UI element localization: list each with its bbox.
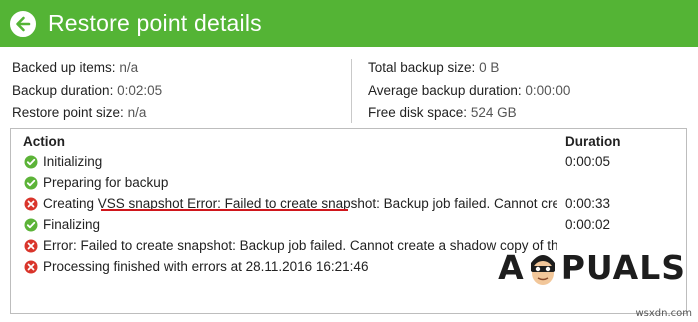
log-header-row: Action Duration (11, 131, 686, 153)
summary-value: n/a (119, 60, 139, 75)
log-duration-text: 0:00:05 (565, 154, 611, 169)
summary-row-average-backup-duration: Average backup duration: 0:00:00 (368, 80, 570, 103)
log-duration-text: 0:00:02 (565, 217, 611, 232)
summary-label: Average backup duration: (368, 82, 522, 98)
log-action-text: Preparing for backup (43, 175, 169, 190)
summary-row-backed-up-items: Backed up items: n/a (12, 57, 162, 80)
summary-value: n/a (127, 105, 147, 120)
summary-label: Backed up items: (12, 60, 116, 75)
window-title: Restore point details (48, 10, 262, 36)
summary-label: Total backup size: (368, 60, 476, 75)
summary-row-restore-point-size: Restore point size: n/a (12, 102, 162, 125)
summary-value: 0:02:05 (117, 82, 163, 98)
summary-section: Backed up items: n/a Backup duration: 0:… (12, 57, 692, 127)
success-check-icon (24, 176, 38, 190)
summary-value: 0:00:00 (525, 82, 571, 98)
summary-label: Free disk space: (368, 105, 468, 120)
mascot-face-icon (530, 254, 555, 285)
log-action-text: Initializing (43, 154, 103, 169)
log-row[interactable]: Preparing for backup (11, 172, 686, 193)
summary-label: Backup duration: (12, 82, 114, 98)
watermark-letter-a: A (498, 248, 525, 287)
log-action-text: Processing finished with errors at 28.11… (43, 259, 369, 274)
annotation-underline (101, 209, 348, 211)
restore-point-details-window: Restore point details Backed up items: n… (0, 0, 698, 322)
column-header-action[interactable]: Action (23, 134, 65, 149)
summary-divider (351, 59, 352, 123)
summary-value: 524 GB (470, 105, 517, 120)
appuals-watermark-logo: A PUALS (498, 248, 686, 287)
summary-right-column: Total backup size: 0 B Average backup du… (368, 57, 570, 125)
log-action-text: Error: Failed to create snapshot: Backup… (43, 238, 557, 253)
error-x-icon (24, 197, 38, 211)
success-check-icon (24, 218, 38, 232)
summary-label: Restore point size: (12, 105, 124, 120)
title-bar: Restore point details (0, 0, 698, 47)
summary-value: 0 B (479, 60, 500, 75)
log-action-text: Finalizing (43, 217, 101, 232)
source-watermark: wsxdn.com (635, 308, 692, 319)
summary-row-free-disk-space: Free disk space: 524 GB (368, 102, 570, 125)
summary-row-backup-duration: Backup duration: 0:02:05 (12, 80, 162, 103)
log-row[interactable]: Initializing 0:00:05 (11, 151, 686, 172)
error-x-icon (24, 260, 38, 274)
column-header-duration[interactable]: Duration (565, 134, 621, 149)
success-check-icon (24, 155, 38, 169)
summary-row-total-backup-size: Total backup size: 0 B (368, 57, 570, 80)
watermark-letters: PUALS (560, 248, 686, 287)
error-x-icon (24, 239, 38, 253)
back-button[interactable] (10, 10, 36, 37)
log-row[interactable]: Finalizing 0:00:02 (11, 214, 686, 235)
log-duration-text: 0:00:33 (565, 196, 611, 211)
summary-left-column: Backed up items: n/a Backup duration: 0:… (12, 57, 162, 125)
arrow-left-icon (16, 16, 31, 31)
